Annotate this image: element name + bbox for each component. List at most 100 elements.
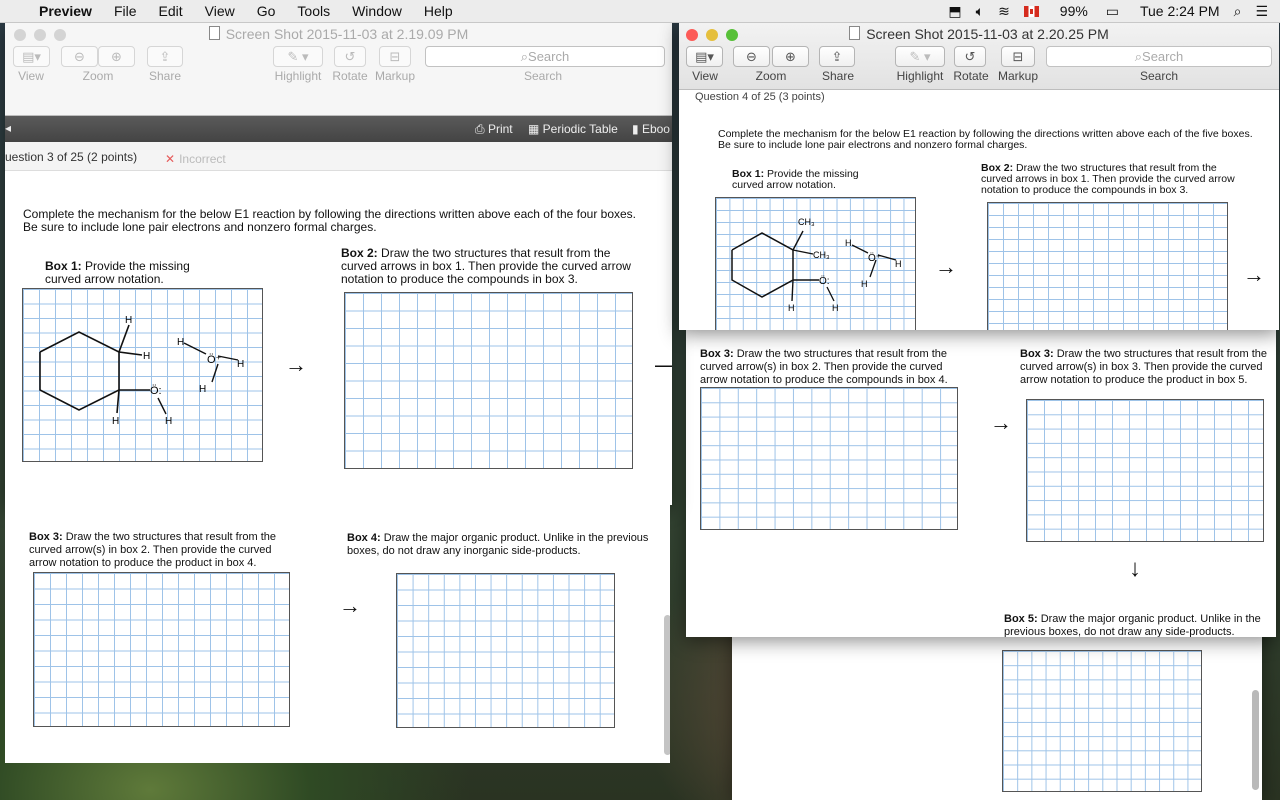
box1-instructions: Box 1: Provide the missing curved arrow … bbox=[732, 168, 859, 191]
menu-file[interactable]: File bbox=[103, 3, 148, 19]
window-2-title: Screen Shot 2015-11-03 at 2.20.25 PM bbox=[679, 26, 1279, 42]
atom-label-h2: H bbox=[143, 351, 150, 362]
view-label: View bbox=[692, 69, 718, 83]
atom-label-h6: H bbox=[237, 359, 244, 370]
atom-label-h5: H bbox=[861, 279, 868, 289]
menu-window[interactable]: Window bbox=[341, 3, 413, 19]
volume-icon[interactable]: 🔈︎ bbox=[969, 3, 991, 20]
search-label: Search bbox=[523, 69, 563, 83]
spotlight-icon[interactable]: ⌕ bbox=[1227, 3, 1249, 20]
menu-edit[interactable]: Edit bbox=[148, 3, 194, 19]
box3b-instructions: Box 3: Draw the two structures that resu… bbox=[1020, 348, 1267, 386]
box3-instructions: Box 3: Draw the two structures that resu… bbox=[29, 531, 276, 569]
answer-box-5[interactable] bbox=[1002, 650, 1202, 792]
menu-bar: Preview File Edit View Go Tools Window H… bbox=[0, 0, 1280, 23]
periodic-table-link[interactable]: ▦ Periodic Table bbox=[528, 122, 618, 136]
preview-window-2: Screen Shot 2015-11-03 at 2.20.25 PM ▤▾ … bbox=[679, 23, 1279, 330]
zoom-in-button[interactable]: ⊕ bbox=[772, 46, 809, 67]
box5-instructions: Box 5: Draw the major organic product. U… bbox=[1004, 613, 1261, 637]
question-number: uestion 3 of 25 (2 points) bbox=[5, 150, 138, 164]
share-button[interactable]: ⇪ bbox=[819, 46, 855, 67]
markup-label: Markup bbox=[997, 69, 1038, 83]
status-badge: ✕ Incorrect bbox=[165, 152, 226, 166]
answer-box-2[interactable] bbox=[344, 292, 633, 469]
document-icon bbox=[208, 26, 220, 40]
search-label: Search bbox=[1139, 69, 1179, 83]
rotate-button[interactable]: ↺ bbox=[334, 46, 366, 67]
reaction-arrow: → bbox=[339, 593, 361, 618]
input-source-flag-icon[interactable] bbox=[1017, 3, 1046, 19]
question-tabs: uestion 3 of 25 (2 points) ✕ Incorrect bbox=[5, 142, 672, 171]
share-label: Share bbox=[821, 69, 855, 83]
view-button[interactable]: ▤▾ bbox=[13, 46, 50, 67]
battery-percent[interactable]: 99% bbox=[1053, 3, 1095, 19]
preview-window-1-lower-page: Box 3: Draw the two structures that resu… bbox=[5, 505, 670, 763]
back-arrow-icon[interactable]: ◂ bbox=[5, 121, 11, 135]
highlight-button[interactable]: ✎ ▾ bbox=[895, 46, 945, 67]
search-input[interactable]: ⌕ Search bbox=[425, 46, 665, 67]
atom-label-h5: H bbox=[177, 337, 184, 348]
search-input[interactable]: ⌕ Search bbox=[1046, 46, 1272, 67]
answer-box-3a[interactable] bbox=[700, 387, 958, 530]
instructions: Complete the mechanism for the below E1 … bbox=[718, 128, 1253, 151]
box3a-instructions: Box 3: Draw the two structures that resu… bbox=[700, 348, 948, 386]
scrollbar[interactable] bbox=[1252, 690, 1259, 790]
search-icon: ⌕ bbox=[1134, 48, 1143, 64]
preview-window-page2-lower: Box 3: Draw the two structures that resu… bbox=[686, 330, 1276, 637]
atom-label-h3: H bbox=[112, 416, 119, 427]
highlight-button[interactable]: ✎ ▾ bbox=[273, 46, 323, 67]
incorrect-icon: ✕ bbox=[165, 152, 176, 166]
window-1-titlebar[interactable]: Screen Shot 2015-11-03 at 2.19.09 PM ▤▾ … bbox=[5, 23, 672, 116]
battery-icon[interactable]: ▭ bbox=[1099, 3, 1126, 19]
window-2-titlebar[interactable]: Screen Shot 2015-11-03 at 2.20.25 PM ▤▾ … bbox=[679, 23, 1279, 90]
atom-label-h1: H bbox=[788, 303, 795, 313]
answer-box-4[interactable] bbox=[396, 573, 615, 728]
box2-instructions: Box 2: Draw the two structures that resu… bbox=[981, 162, 1235, 196]
app-menu[interactable]: Preview bbox=[28, 3, 103, 19]
zoom-in-button[interactable]: ⊕ bbox=[98, 46, 135, 67]
box1-instructions: Box 1: Provide the missing curved arrow … bbox=[45, 259, 190, 286]
atom-label-o-plus: Ö⁺ bbox=[868, 252, 881, 264]
box4-instructions: Box 4: Draw the major organic product. U… bbox=[347, 532, 649, 557]
box2-instructions: Box 2: Draw the two structures that resu… bbox=[341, 246, 631, 286]
reaction-arrow: — bbox=[655, 352, 672, 378]
atom-label-o-plus: Ö⁺ bbox=[207, 354, 222, 366]
printer-icon: ⎙ bbox=[475, 122, 488, 136]
vpn-icon[interactable]: ⬒ bbox=[941, 3, 968, 20]
markup-button[interactable]: ⊟ bbox=[1001, 46, 1035, 67]
answer-box-3b[interactable] bbox=[1026, 399, 1264, 542]
document-page: Question 4 of 25 (3 points) Complete the… bbox=[679, 90, 1279, 330]
document-icon bbox=[849, 26, 861, 40]
atom-label-h3: H bbox=[845, 238, 852, 248]
atom-label-o-lone: Ö: bbox=[150, 385, 162, 397]
menu-tools[interactable]: Tools bbox=[286, 3, 341, 19]
ebook-link[interactable]: ▮ Eboo bbox=[632, 122, 670, 136]
markup-button[interactable]: ⊟ bbox=[379, 46, 411, 67]
atom-label-ch3-right: CH₃ bbox=[813, 250, 830, 260]
reaction-arrow: → bbox=[1243, 262, 1265, 287]
instructions: Complete the mechanism for the below E1 … bbox=[23, 207, 637, 234]
wifi-icon[interactable]: ≋ bbox=[991, 3, 1017, 20]
zoom-label: Zoom bbox=[82, 69, 114, 83]
share-button[interactable]: ⇪ bbox=[147, 46, 183, 67]
answer-box-2[interactable] bbox=[987, 202, 1228, 330]
scrollbar[interactable] bbox=[664, 615, 670, 755]
atom-label-ch3-top: CH₃ bbox=[798, 217, 815, 227]
book-icon: ▮ bbox=[632, 122, 642, 136]
highlight-label: Highlight bbox=[274, 69, 322, 83]
molecule-diagram-1: H H Ö: H H H Ö⁺ H H bbox=[39, 315, 244, 427]
clock[interactable]: Tue 2:24 PM bbox=[1133, 3, 1227, 19]
menu-view[interactable]: View bbox=[194, 3, 246, 19]
rotate-button[interactable]: ↺ bbox=[954, 46, 986, 67]
atom-label-h1: H bbox=[125, 315, 132, 326]
question-number: Question 4 of 25 (3 points) bbox=[695, 91, 825, 103]
answer-box-3[interactable] bbox=[33, 572, 290, 727]
atom-label-h4: H bbox=[165, 416, 172, 427]
notification-center-icon[interactable]: ☰ bbox=[1248, 3, 1280, 20]
print-link[interactable]: ⎙ Print bbox=[475, 122, 513, 137]
menu-go[interactable]: Go bbox=[246, 3, 287, 19]
zoom-out-button[interactable]: ⊖ bbox=[733, 46, 770, 67]
menu-help[interactable]: Help bbox=[413, 3, 464, 19]
view-button[interactable]: ▤▾ bbox=[686, 46, 723, 67]
zoom-out-button[interactable]: ⊖ bbox=[61, 46, 98, 67]
